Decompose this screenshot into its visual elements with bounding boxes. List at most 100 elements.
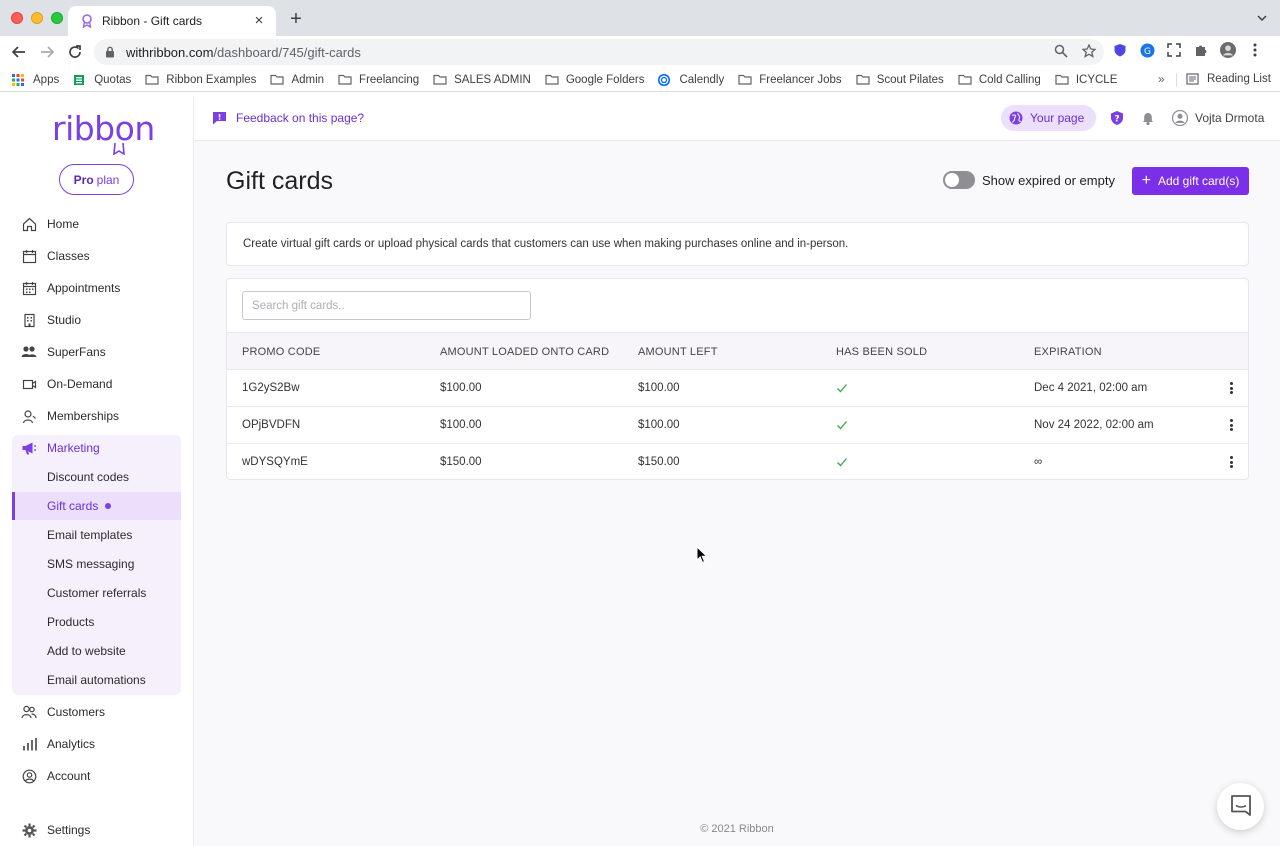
row-menu-kebab-icon[interactable] (1225, 454, 1237, 470)
tab-search-chevron-icon[interactable] (1256, 12, 1268, 24)
sidebar-item-on-demand[interactable]: On-Demand (12, 370, 181, 398)
browser-tab[interactable]: Ribbon - Gift cards × (68, 6, 276, 36)
sidebar-subitem-email-automations[interactable]: Email automations (12, 666, 181, 694)
member-icon (21, 408, 37, 424)
bookmark-apps[interactable]: Apps (12, 73, 59, 86)
app-top-bar: Feedback on this page? Your page ? Vojta… (194, 97, 1280, 141)
forward-arrow-icon[interactable] (37, 42, 57, 62)
your-page-button[interactable]: Your page (1001, 105, 1097, 131)
calendar-icon (21, 248, 37, 264)
bookmark-star-icon[interactable] (1081, 43, 1097, 61)
extensions-puzzle-icon[interactable] (1193, 42, 1209, 58)
column-header-promo-code[interactable]: PROMO CODE (242, 346, 320, 358)
bookmark-sales-admin[interactable]: SALES ADMIN (433, 74, 531, 86)
column-header-has-been-sold[interactable]: HAS BEEN SOLD (836, 346, 927, 358)
sidebar-item-memberships[interactable]: Memberships (12, 402, 181, 430)
add-gift-card-button[interactable]: + Add gift card(s) (1132, 167, 1249, 195)
bookmark-freelancing[interactable]: Freelancing (338, 74, 419, 86)
user-menu[interactable]: Vojta Drmota (1172, 110, 1264, 126)
sidebar-subitem-sms-messaging[interactable]: SMS messaging (12, 550, 181, 578)
promo-code-cell: OPjBVDFN (242, 419, 301, 431)
reading-list-button[interactable]: Reading List (1186, 73, 1271, 85)
amount-loaded-cell: $100.00 (440, 382, 482, 394)
bookmark-admin[interactable]: Admin (270, 74, 324, 86)
pro-plan-badge[interactable]: Pro plan (59, 164, 134, 195)
table-row[interactable]: 1G2yS2Bw $100.00 $100.00 Dec 4 2021, 02:… (227, 370, 1248, 407)
column-header-amount-left[interactable]: AMOUNT LEFT (638, 346, 718, 358)
main-content: Gift cards Show expired or empty + Add g… (194, 141, 1280, 846)
sidebar-subitem-email-templates[interactable]: Email templates (12, 521, 181, 549)
new-tab-icon[interactable]: + (286, 9, 306, 30)
maximize-window-button[interactable] (51, 12, 63, 24)
grammarly-extension-icon[interactable]: G (1139, 42, 1155, 58)
search-input[interactable] (242, 291, 531, 320)
close-window-button[interactable] (11, 12, 23, 24)
column-header-amount-loaded[interactable]: AMOUNT LOADED ONTO CARD (440, 346, 609, 358)
bookmark-scout-pilates[interactable]: Scout Pilates (856, 74, 944, 86)
sidebar-subitem-gift-cards[interactable]: Gift cards (12, 492, 181, 520)
chat-support-button[interactable] (1217, 783, 1264, 830)
customers-icon (21, 704, 37, 720)
screen-capture-extension-icon[interactable] (1166, 42, 1182, 58)
sidebar-item-home[interactable]: Home (12, 210, 181, 238)
shield-extension-icon[interactable] (1112, 42, 1128, 58)
amount-loaded-cell: $100.00 (440, 419, 482, 431)
sidebar-item-settings[interactable]: Settings (12, 816, 181, 844)
show-expired-toggle[interactable]: Show expired or empty (943, 171, 1115, 189)
bookmark-ribbon-examples[interactable]: Ribbon Examples (145, 74, 256, 86)
chat-icon (1229, 793, 1253, 820)
folder-icon (145, 74, 159, 86)
bookmark-icycle[interactable]: ICYCLE (1055, 74, 1117, 86)
sidebar-item-analytics[interactable]: Analytics (12, 730, 181, 758)
profile-avatar-icon[interactable] (1220, 42, 1236, 58)
bookmark-freelancer-jobs[interactable]: Freelancer Jobs (738, 74, 842, 86)
toggle-switch[interactable] (943, 171, 975, 189)
help-icon[interactable]: ? (1109, 110, 1125, 126)
feedback-link[interactable]: Feedback on this page? (212, 111, 364, 125)
sidebar-item-customers[interactable]: Customers (12, 698, 181, 726)
expiration-cell: Dec 4 2021, 02:00 am (1034, 382, 1148, 394)
row-menu-kebab-icon[interactable] (1225, 380, 1237, 396)
sidebar-item-marketing[interactable]: Marketing (12, 434, 181, 462)
folder-icon (1055, 74, 1069, 86)
more-bookmarks-chevron-icon[interactable]: » (1158, 72, 1165, 86)
checkmark-icon (836, 419, 848, 431)
tab-title: Ribbon - Gift cards (102, 14, 203, 28)
svg-text:?: ? (1114, 115, 1119, 125)
active-indicator-dot (105, 503, 112, 509)
browser-menu-icon[interactable] (1247, 42, 1263, 58)
sidebar-subitem-add-to-website[interactable]: Add to website (12, 637, 181, 665)
close-tab-icon[interactable]: × (252, 13, 266, 28)
reload-icon[interactable] (65, 42, 85, 62)
sidebar-subitem-discount-codes[interactable]: Discount codes (12, 463, 181, 491)
table-row[interactable]: wDYSQYmE $150.00 $150.00 ∞ (227, 444, 1248, 481)
sidebar-item-appointments[interactable]: Appointments (12, 274, 181, 302)
gift-cards-table: PROMO CODE AMOUNT LOADED ONTO CARD AMOUN… (226, 278, 1249, 480)
sidebar-item-classes[interactable]: Classes (12, 242, 181, 270)
sidebar-item-account[interactable]: Account (12, 762, 181, 790)
row-menu-kebab-icon[interactable] (1225, 417, 1237, 433)
amount-loaded-cell: $150.00 (440, 456, 482, 468)
apps-grid-icon (12, 73, 26, 86)
minimize-window-button[interactable] (31, 12, 43, 24)
bookmark-cold-calling[interactable]: Cold Calling (958, 74, 1041, 86)
address-bar[interactable]: withribbon.com/dashboard/745/gift-cards (94, 39, 1104, 65)
bookmark-quotas[interactable]: Quotas (73, 74, 131, 86)
ribbon-logo[interactable]: ribbon (52, 109, 155, 148)
bookmark-calendly[interactable]: Calendly (658, 73, 724, 86)
table-row[interactable]: OPjBVDFN $100.00 $100.00 Nov 24 2022, 02… (227, 407, 1248, 444)
zoom-icon[interactable] (1054, 44, 1068, 61)
sidebar-item-studio[interactable]: Studio (12, 306, 181, 334)
sidebar-item-superfans[interactable]: SuperFans (12, 338, 181, 366)
notifications-bell-icon[interactable] (1140, 110, 1156, 126)
bookmark-google-folders[interactable]: Google Folders (545, 74, 644, 86)
mouse-cursor-icon (696, 546, 708, 564)
amount-left-cell: $150.00 (638, 456, 680, 468)
back-arrow-icon[interactable] (9, 42, 29, 62)
column-header-expiration[interactable]: EXPIRATION (1034, 346, 1102, 358)
sidebar-subitem-customer-referrals[interactable]: Customer referrals (12, 579, 181, 607)
url-text: withribbon.com/dashboard/745/gift-cards (126, 44, 361, 60)
folder-icon (338, 74, 352, 86)
folder-icon (270, 74, 285, 86)
sidebar-subitem-products[interactable]: Products (12, 608, 181, 636)
